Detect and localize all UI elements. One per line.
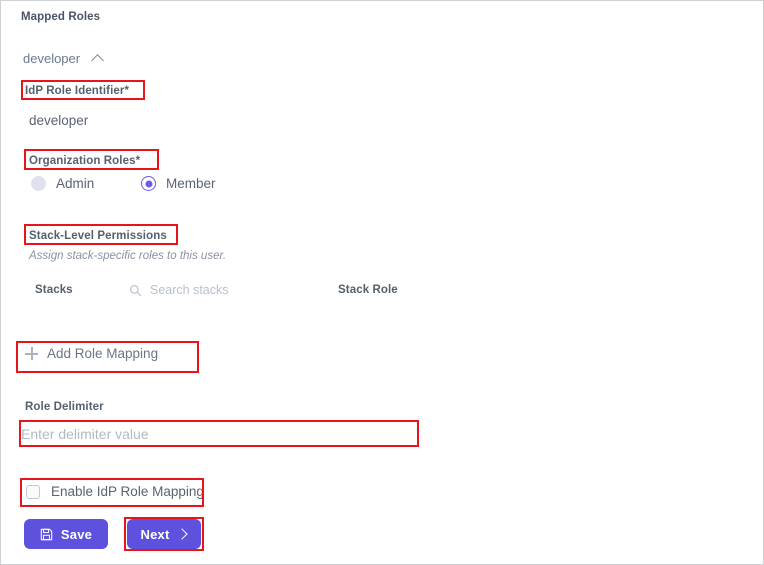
stack-level-permissions-label: Stack-Level Permissions — [29, 230, 167, 242]
add-role-mapping-button[interactable]: Add Role Mapping — [25, 346, 158, 361]
enable-idp-role-mapping-checkbox[interactable]: Enable IdP Role Mapping — [26, 484, 204, 499]
chevron-right-icon — [177, 528, 187, 540]
chevron-up-icon[interactable] — [92, 52, 105, 65]
idp-role-identifier-value: developer — [29, 113, 89, 128]
column-header-stack-role: Stack Role — [338, 284, 398, 296]
role-delimiter-input[interactable] — [21, 421, 411, 447]
column-header-stacks: Stacks — [35, 284, 73, 296]
next-button[interactable]: Next — [127, 519, 201, 549]
checkbox-indicator[interactable] — [26, 484, 40, 499]
organization-roles-label: Organization Roles* — [29, 155, 141, 167]
page-title: Mapped Roles — [21, 11, 101, 23]
mapped-roles-panel: Mapped Roles developer IdP Role Identifi… — [0, 0, 764, 565]
radio-indicator-admin[interactable] — [31, 176, 46, 191]
radio-label-admin: Admin — [56, 176, 95, 191]
enable-idp-role-mapping-label: Enable IdP Role Mapping — [51, 484, 204, 499]
add-role-mapping-label: Add Role Mapping — [47, 346, 159, 361]
radio-option-admin[interactable]: Admin — [31, 176, 94, 191]
stack-level-permissions-description: Assign stack-specific roles to this user… — [29, 250, 227, 262]
radio-indicator-member[interactable] — [141, 176, 156, 191]
save-button[interactable]: Save — [24, 519, 108, 549]
accordion-label: developer — [23, 51, 81, 66]
save-disk-icon — [40, 528, 53, 541]
accordion-header-developer[interactable]: developer — [23, 51, 105, 66]
plus-icon — [25, 347, 38, 360]
search-stacks-placeholder: Search stacks — [150, 283, 229, 297]
save-button-label: Save — [60, 526, 93, 542]
search-stacks-field[interactable]: Search stacks — [129, 283, 229, 297]
radio-option-member[interactable]: Member — [141, 176, 216, 191]
radio-label-member: Member — [166, 176, 216, 191]
next-button-label: Next — [140, 526, 170, 542]
role-delimiter-label: Role Delimiter — [25, 401, 104, 413]
search-icon — [129, 284, 142, 297]
idp-role-identifier-label: IdP Role Identifier* — [25, 85, 130, 97]
